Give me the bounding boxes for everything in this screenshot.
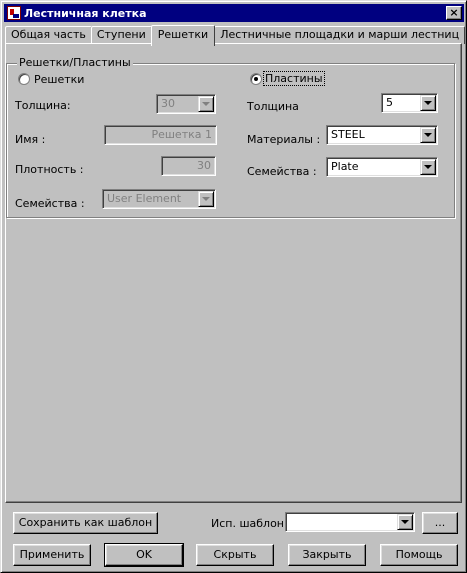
tab-general[interactable]: Общая часть <box>5 26 92 44</box>
close-button[interactable]: Закрыть <box>288 544 366 566</box>
materials-value: STEEL <box>331 128 365 141</box>
chevron-down-icon[interactable] <box>420 95 436 111</box>
thickness-label-left: Толщина: <box>15 99 71 112</box>
chevron-down-icon[interactable] <box>420 159 436 175</box>
title-bar: Лестничная клетка × <box>4 4 464 22</box>
apply-button[interactable]: Применить <box>13 544 91 566</box>
browse-button[interactable]: ... <box>422 512 458 534</box>
chevron-down-icon[interactable] <box>397 514 413 530</box>
grating-thickness-select[interactable]: 30 <box>156 94 216 114</box>
materials-label: Материалы : <box>247 133 321 146</box>
density-value: 30 <box>197 159 211 172</box>
chevron-down-icon[interactable] <box>198 191 214 207</box>
save-as-template-button[interactable]: Сохранить как шаблон <box>13 512 158 534</box>
density-label: Плотность : <box>15 163 84 176</box>
plate-family-select[interactable]: Plate <box>326 157 438 177</box>
app-icon <box>7 6 21 20</box>
radio-plates[interactable] <box>250 73 262 85</box>
grating-name-value: Решетка 1 <box>151 128 212 141</box>
use-template-label: Исп. шаблон <box>211 517 285 530</box>
grating-family-value: User Element <box>107 192 182 205</box>
families-label-right: Семейства : <box>247 165 317 178</box>
help-button[interactable]: Помощь <box>380 544 458 566</box>
hide-button[interactable]: Скрыть <box>196 544 274 566</box>
window-title: Лестничная клетка <box>24 6 147 20</box>
chevron-down-icon[interactable] <box>198 96 214 112</box>
dialog-window: Лестничная клетка × Общая часть Ступени … <box>0 0 467 573</box>
thickness-label-right: Толщина <box>247 100 299 113</box>
families-label-left: Семейства : <box>15 197 85 210</box>
group-title: Решетки/Пластины <box>17 56 133 69</box>
plate-thickness-value: 5 <box>386 96 393 109</box>
close-icon[interactable]: × <box>446 6 462 20</box>
radio-gratings[interactable] <box>18 73 30 85</box>
ok-button[interactable]: OK <box>104 543 184 567</box>
tab-landings-flights[interactable]: Лестничные площадки и марши лестниц <box>214 26 466 44</box>
radio-plates-label: Пластины <box>263 71 325 86</box>
grating-thickness-value: 30 <box>161 97 175 110</box>
tab-steps[interactable]: Ступени <box>90 26 152 44</box>
grating-name-field[interactable]: Решетка 1 <box>104 125 217 145</box>
radio-gratings-label: Решетки <box>34 73 85 86</box>
materials-select[interactable]: STEEL <box>326 125 438 145</box>
grating-family-select[interactable]: User Element <box>102 189 216 209</box>
name-label: Имя : <box>15 133 46 146</box>
tab-gratings[interactable]: Решетки <box>150 25 216 46</box>
tab-strip: Общая часть Ступени Решетки Лестничные п… <box>5 24 466 46</box>
template-select[interactable] <box>285 512 415 532</box>
chevron-down-icon[interactable] <box>420 127 436 143</box>
plate-thickness-select[interactable]: 5 <box>381 93 438 113</box>
density-field[interactable]: 30 <box>161 156 216 176</box>
plate-family-value: Plate <box>331 160 359 173</box>
